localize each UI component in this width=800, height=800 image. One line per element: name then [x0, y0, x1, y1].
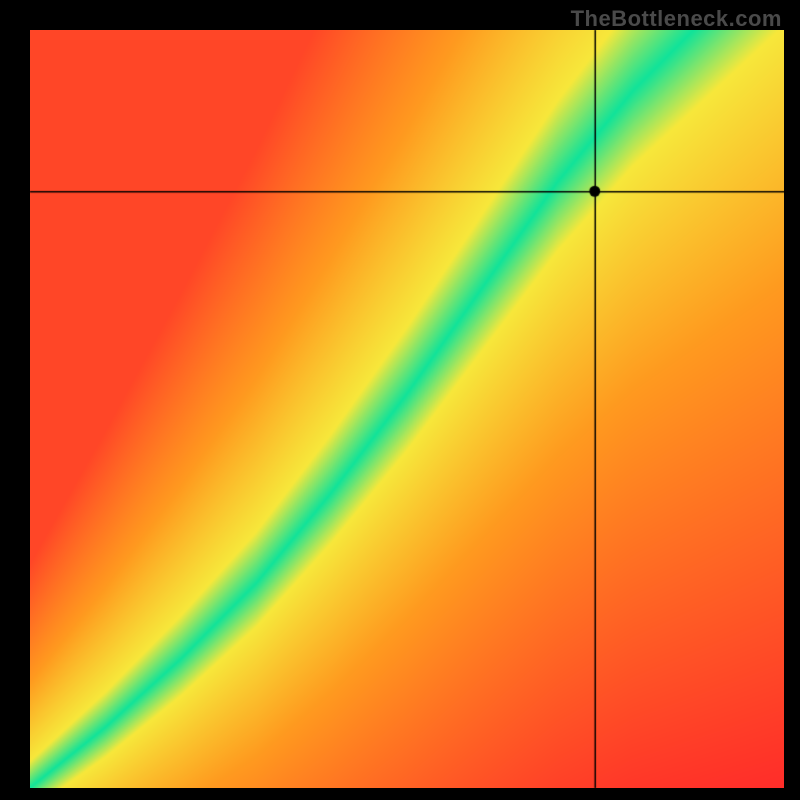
watermark-label: TheBottleneck.com: [571, 6, 782, 32]
overlay-canvas: [0, 0, 800, 800]
chart-frame: TheBottleneck.com: [0, 0, 800, 800]
